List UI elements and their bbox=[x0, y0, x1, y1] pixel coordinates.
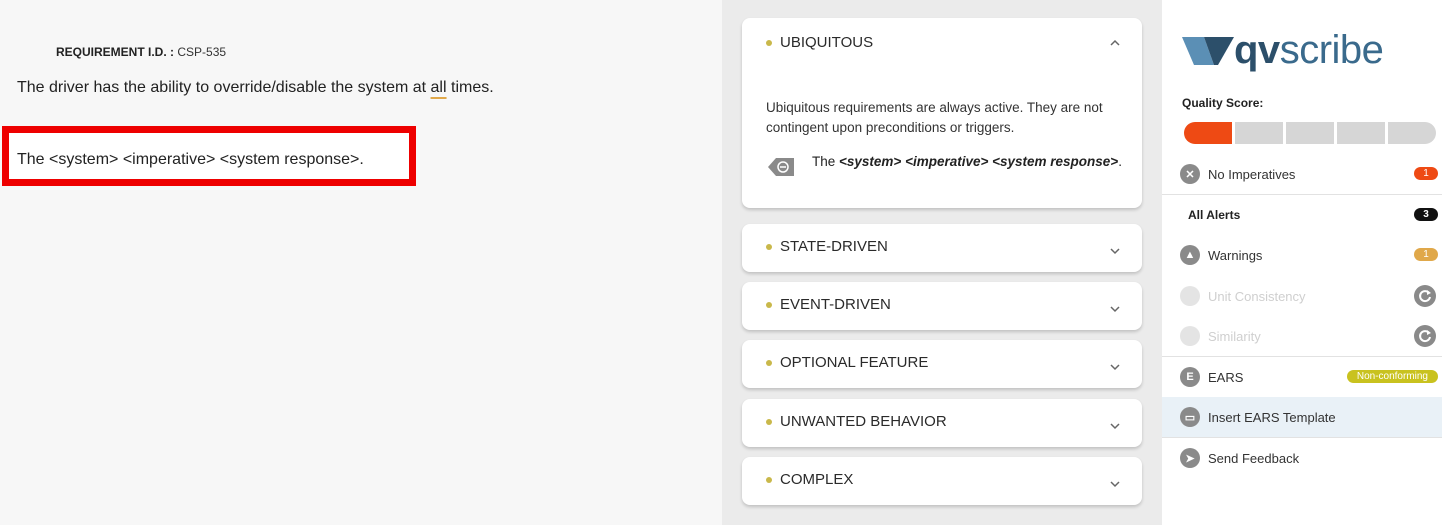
template-suffix: . bbox=[1118, 154, 1122, 169]
document-pane: REQUIREMENT I.D. : CSP-535 The driver ha… bbox=[0, 0, 722, 525]
alert-count-badge: 1 bbox=[1414, 248, 1438, 261]
requirement-id-value: CSP-535 bbox=[177, 45, 227, 59]
alert-label: No Imperatives bbox=[1208, 166, 1296, 182]
chevron-down-icon[interactable] bbox=[1108, 360, 1122, 374]
ears-card-state-driven[interactable]: STATE-DRIVEN bbox=[742, 224, 1142, 272]
ears-card-event-driven[interactable]: EVENT-DRIVEN bbox=[742, 282, 1142, 330]
qvscribe-logo: qvscribe bbox=[1182, 28, 1384, 73]
ears-status-badge: Non-conforming bbox=[1346, 370, 1438, 383]
chevron-down-icon[interactable] bbox=[1108, 419, 1122, 433]
flagged-word[interactable]: all bbox=[431, 79, 447, 96]
ears-icon: E bbox=[1180, 367, 1200, 387]
quality-score-bar bbox=[1184, 122, 1436, 144]
alert-no-imperatives[interactable]: ✕ No Imperatives 1 bbox=[1162, 154, 1442, 194]
ears-card-title: OPTIONAL FEATURE bbox=[780, 354, 929, 371]
insert-ears-template-button[interactable]: ▭ Insert EARS Template bbox=[1162, 397, 1442, 437]
chevron-down-icon[interactable] bbox=[1108, 477, 1122, 491]
inserted-template-highlight[interactable]: The <system> <imperative> <system respon… bbox=[2, 126, 416, 186]
refresh-icon[interactable] bbox=[1414, 285, 1436, 307]
ears-card-title: COMPLEX bbox=[780, 471, 854, 488]
inserted-template-text: The <system> <imperative> <system respon… bbox=[17, 151, 364, 168]
quality-score-segment bbox=[1388, 122, 1436, 144]
ears-card-header: OPTIONAL FEATURE bbox=[766, 354, 928, 371]
ears-card-header: UBIQUITOUS bbox=[766, 34, 873, 51]
template-placeholders: <system> <imperative> <system response> bbox=[839, 154, 1119, 169]
similarity-icon bbox=[1180, 326, 1200, 346]
logo-light: scribe bbox=[1279, 28, 1384, 72]
requirement-text-start: The driver has the ability to override/d… bbox=[17, 79, 431, 96]
ears-card-header: STATE-DRIVEN bbox=[766, 238, 888, 255]
alert-similarity[interactable]: Similarity bbox=[1162, 316, 1442, 356]
all-alerts-label: All Alerts bbox=[1188, 208, 1241, 222]
quality-score-label: Quality Score: bbox=[1182, 96, 1264, 110]
bullet-dot bbox=[766, 301, 772, 308]
alert-label: Similarity bbox=[1208, 328, 1261, 344]
ears-label: EARS bbox=[1208, 369, 1244, 385]
ears-card-title: EVENT-DRIVEN bbox=[780, 296, 891, 313]
alert-label: Unit Consistency bbox=[1208, 288, 1306, 304]
quality-score-segment bbox=[1235, 122, 1283, 144]
quality-score-segment bbox=[1286, 122, 1334, 144]
template-prefix: The bbox=[812, 154, 840, 169]
bullet-dot bbox=[766, 243, 772, 250]
qvscribe-wordmark: qvscribe bbox=[1234, 28, 1384, 73]
chevron-down-icon[interactable] bbox=[1108, 244, 1122, 258]
send-feedback-button[interactable]: ➤ Send Feedback bbox=[1162, 438, 1442, 478]
all-alerts-header[interactable]: All Alerts 3 bbox=[1162, 195, 1442, 235]
template-icon: ▭ bbox=[1180, 407, 1200, 427]
insert-template-label: Insert EARS Template bbox=[1208, 409, 1336, 425]
quality-score-segment bbox=[1184, 122, 1232, 144]
ears-card-optional-feature[interactable]: OPTIONAL FEATURE bbox=[742, 340, 1142, 388]
ears-card-title: STATE-DRIVEN bbox=[780, 238, 888, 255]
ears-status[interactable]: E EARS Non-conforming bbox=[1162, 357, 1442, 397]
send-icon: ➤ bbox=[1180, 448, 1200, 468]
alert-label: Warnings bbox=[1208, 247, 1263, 263]
refresh-icon[interactable] bbox=[1414, 325, 1436, 347]
close-circle-icon: ✕ bbox=[1180, 164, 1200, 184]
alert-warnings[interactable]: ▲ Warnings 1 bbox=[1162, 235, 1442, 275]
ears-panel: UBIQUITOUS Ubiquitous requirements are a… bbox=[722, 0, 1162, 525]
requirement-text-end: times. bbox=[446, 79, 494, 96]
ears-card-title: UNWANTED BEHAVIOR bbox=[780, 413, 947, 430]
logo-bold: qv bbox=[1234, 28, 1280, 72]
ears-card-unwanted-behavior[interactable]: UNWANTED BEHAVIOR bbox=[742, 399, 1142, 447]
chevron-up-icon[interactable] bbox=[1108, 36, 1122, 50]
alert-count-badge: 1 bbox=[1414, 167, 1438, 180]
chevron-down-icon[interactable] bbox=[1108, 302, 1122, 316]
quality-score-segment bbox=[1337, 122, 1385, 144]
ears-card-ubiquitous[interactable]: UBIQUITOUS Ubiquitous requirements are a… bbox=[742, 18, 1142, 208]
requirement-text[interactable]: The driver has the ability to override/d… bbox=[17, 79, 494, 97]
bullet-dot bbox=[766, 39, 772, 46]
bullet-dot bbox=[766, 476, 772, 483]
ears-card-description: Ubiquitous requirements are always activ… bbox=[766, 100, 1103, 135]
alert-unit-consistency[interactable]: Unit Consistency bbox=[1162, 276, 1442, 316]
bullet-dot bbox=[766, 418, 772, 425]
unit-icon bbox=[1180, 286, 1200, 306]
qvscribe-sidebar: qvscribe Quality Score: ✕ No Imperatives… bbox=[1162, 0, 1442, 525]
qvscribe-logo-icon bbox=[1182, 36, 1234, 65]
send-feedback-label: Send Feedback bbox=[1208, 450, 1300, 466]
ears-card-header: EVENT-DRIVEN bbox=[766, 296, 891, 313]
all-alerts-count-badge: 3 bbox=[1414, 208, 1438, 221]
ears-template[interactable]: The <system> <imperative> <system respon… bbox=[766, 152, 1126, 178]
warning-icon: ▲ bbox=[1180, 245, 1200, 265]
bullet-dot bbox=[766, 359, 772, 366]
ears-template-text: The <system> <imperative> <system respon… bbox=[812, 152, 1122, 178]
ears-card-title: UBIQUITOUS bbox=[780, 34, 874, 51]
ears-card-complex[interactable]: COMPLEX bbox=[742, 457, 1142, 505]
ears-card-header: UNWANTED BEHAVIOR bbox=[766, 413, 947, 430]
ears-card-header: COMPLEX bbox=[766, 471, 853, 488]
requirement-id-label: REQUIREMENT I.D. : bbox=[56, 45, 175, 59]
tag-icon bbox=[768, 158, 794, 176]
requirement-id: REQUIREMENT I.D. : CSP-535 bbox=[56, 45, 226, 59]
